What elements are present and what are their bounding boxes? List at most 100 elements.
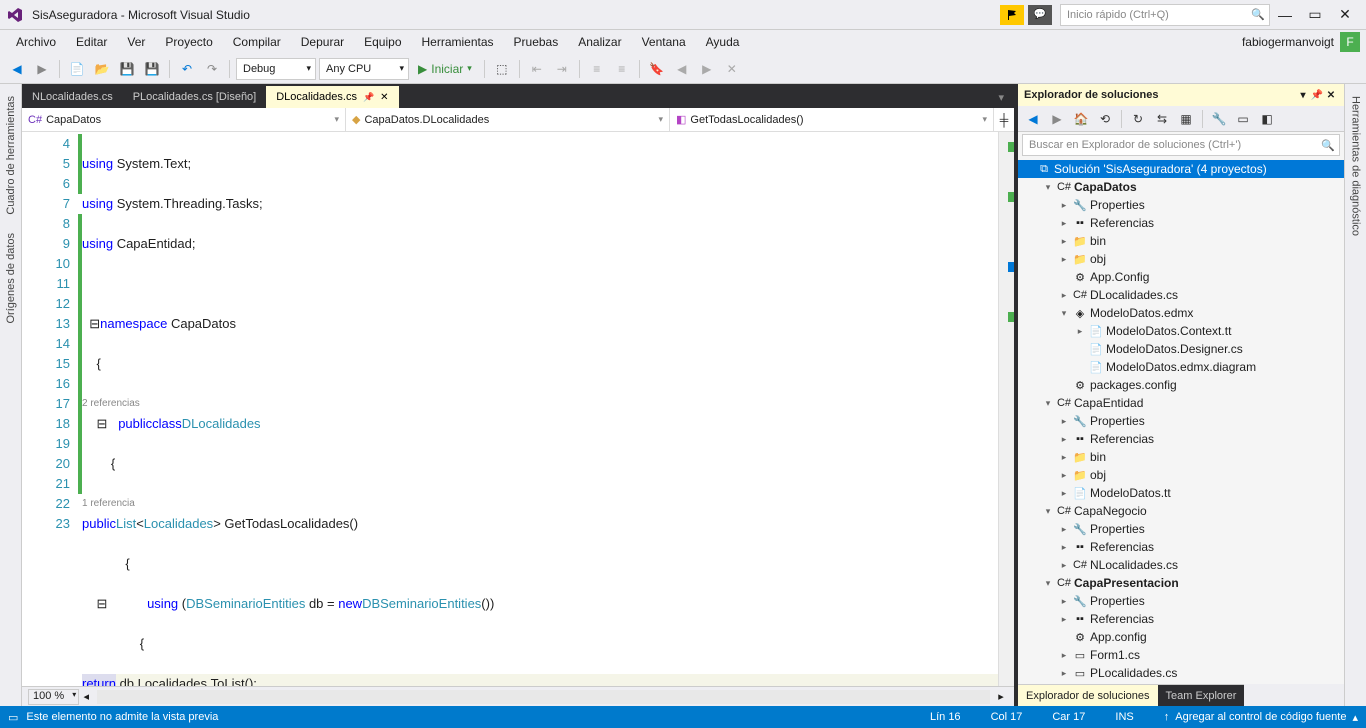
config-combo[interactable]: Debug	[236, 58, 316, 80]
expand-icon[interactable]: ▸	[1058, 254, 1070, 265]
bm-prev-button[interactable]: ◀	[671, 58, 693, 80]
tool-btn-1[interactable]: ⬚	[491, 58, 513, 80]
expand-icon[interactable]: ▸	[1058, 290, 1070, 301]
expand-icon[interactable]: ▸	[1058, 470, 1070, 481]
tree-node[interactable]: ▾C#CapaDatos	[1018, 178, 1344, 196]
nav-member-combo[interactable]: ◧GetTodasLocalidades()	[670, 108, 994, 131]
panel-close-button[interactable]: ✕	[1324, 90, 1338, 101]
tree-node[interactable]: ▸▪▪Referencias	[1018, 430, 1344, 448]
redo-button[interactable]: ↷	[201, 58, 223, 80]
zoom-combo[interactable]: 100 %	[28, 689, 79, 705]
solution-search-input[interactable]: Buscar en Explorador de soluciones (Ctrl…	[1022, 134, 1340, 156]
tree-node[interactable]: ▸C#DLocalidades.cs	[1018, 286, 1344, 304]
tree-node[interactable]: ▸📁bin	[1018, 232, 1344, 250]
restore-button[interactable]: ▭	[1300, 6, 1330, 23]
tree-node[interactable]: ⚙packages.config	[1018, 376, 1344, 394]
sol-preview-button[interactable]: ▭	[1232, 108, 1254, 130]
user-name[interactable]: fabiogermanvoigt	[1242, 35, 1334, 49]
sol-fwd-button[interactable]: ▶	[1046, 108, 1068, 130]
tab-plocalidades[interactable]: PLocalidades.cs [Diseño]	[123, 86, 267, 108]
scroll-left-button[interactable]: ◂	[79, 690, 93, 703]
split-button[interactable]: ╪	[994, 108, 1014, 131]
source-control-button[interactable]: ↑ Agregar al control de código fuente ▴	[1164, 711, 1358, 724]
open-button[interactable]: 📂	[91, 58, 113, 80]
sol-refresh-button[interactable]: ↻	[1127, 108, 1149, 130]
tree-node[interactable]: ▸▪▪Referencias	[1018, 538, 1344, 556]
nav-fwd-button[interactable]: ▶	[31, 58, 53, 80]
datasources-tab[interactable]: Orígenes de datos	[3, 225, 19, 332]
bm-clear-button[interactable]: ✕	[721, 58, 743, 80]
codelens-ref[interactable]: 2 referencias	[82, 394, 140, 414]
menu-analizar[interactable]: Analizar	[568, 35, 631, 49]
tree-node[interactable]: ⚙App.config	[1018, 628, 1344, 646]
sol-showall-button[interactable]: ▦	[1175, 108, 1197, 130]
comment-button[interactable]: ≡	[586, 58, 608, 80]
save-all-button[interactable]: 💾	[141, 58, 163, 80]
diagnostics-tab[interactable]: Herramientas de diagnóstico	[1348, 88, 1364, 244]
menu-pruebas[interactable]: Pruebas	[504, 35, 569, 49]
tree-node[interactable]: ▸🔧Properties	[1018, 412, 1344, 430]
tree-node[interactable]: ▾◈ModeloDatos.edmx	[1018, 304, 1344, 322]
tree-node[interactable]: ▸📄ModeloDatos.Context.tt	[1018, 322, 1344, 340]
h-scrollbar[interactable]	[97, 690, 990, 704]
scroll-right-button[interactable]: ▸	[994, 690, 1008, 703]
tab-solution-explorer[interactable]: Explorador de soluciones	[1018, 684, 1158, 706]
expand-icon[interactable]: ▾	[1042, 182, 1054, 193]
save-button[interactable]: 💾	[116, 58, 138, 80]
notifications-icon[interactable]: 💬	[1028, 5, 1052, 25]
nav-back-button[interactable]: ◀	[6, 58, 28, 80]
tree-node[interactable]: ▸📁obj	[1018, 466, 1344, 484]
sol-collapse-button[interactable]: ⇆	[1151, 108, 1173, 130]
tree-node[interactable]: ▸C#NLocalidades.cs	[1018, 556, 1344, 574]
tree-node[interactable]: ▸▭Form1.cs	[1018, 646, 1344, 664]
flag-icon[interactable]	[1000, 5, 1024, 25]
scrollbar[interactable]	[998, 132, 1014, 686]
menu-editar[interactable]: Editar	[66, 35, 117, 49]
menu-ventana[interactable]: Ventana	[632, 35, 696, 49]
user-avatar[interactable]: F	[1340, 32, 1360, 52]
expand-icon[interactable]: ▸	[1074, 326, 1086, 337]
tree-node[interactable]: ▸📄ModeloDatos.tt	[1018, 484, 1344, 502]
start-button[interactable]: ▶Iniciar▾	[412, 62, 478, 76]
code-content[interactable]: using System.Text; using System.Threadin…	[82, 132, 998, 686]
indent-right-button[interactable]: ⇥	[551, 58, 573, 80]
code-editor[interactable]: 4567 891011 12131415 16171819 20212223 u…	[22, 132, 1014, 686]
tree-node[interactable]: 📄ModeloDatos.edmx.diagram	[1018, 358, 1344, 376]
tree-node[interactable]: ▸🔧Properties	[1018, 196, 1344, 214]
nav-project-combo[interactable]: C#CapaDatos	[22, 108, 346, 131]
menu-compilar[interactable]: Compilar	[223, 35, 291, 49]
expand-icon[interactable]: ▸	[1058, 218, 1070, 229]
expand-icon[interactable]: ▸	[1058, 596, 1070, 607]
tree-node[interactable]: ▸📁bin	[1018, 448, 1344, 466]
expand-icon[interactable]: ▸	[1058, 452, 1070, 463]
expand-icon[interactable]: ▾	[1058, 308, 1070, 319]
new-project-button[interactable]: 📄	[66, 58, 88, 80]
solution-tree[interactable]: ⧉ Solución 'SisAseguradora' (4 proyectos…	[1018, 158, 1344, 684]
menu-equipo[interactable]: Equipo	[354, 35, 411, 49]
expand-icon[interactable]: ▾	[1042, 506, 1054, 517]
tree-node[interactable]: ▸🔧Properties	[1018, 592, 1344, 610]
codelens-ref[interactable]: 1 referencia	[82, 494, 135, 514]
menu-archivo[interactable]: Archivo	[6, 35, 66, 49]
uncomment-button[interactable]: ≡	[611, 58, 633, 80]
expand-icon[interactable]: ▾	[1042, 398, 1054, 409]
expand-icon[interactable]: ▸	[1058, 200, 1070, 211]
menu-proyecto[interactable]: Proyecto	[155, 35, 222, 49]
expand-icon[interactable]: ▸	[1058, 488, 1070, 499]
tree-node[interactable]: ▸📁obj	[1018, 250, 1344, 268]
expand-icon[interactable]: ▾	[1042, 578, 1054, 589]
undo-button[interactable]: ↶	[176, 58, 198, 80]
nav-class-combo[interactable]: ◆CapaDatos.DLocalidades	[346, 108, 670, 131]
sol-properties-button[interactable]: 🔧	[1208, 108, 1230, 130]
tree-node[interactable]: ▾C#CapaEntidad	[1018, 394, 1344, 412]
menu-herramientas[interactable]: Herramientas	[412, 35, 504, 49]
tab-nlocalidades[interactable]: NLocalidades.cs	[22, 86, 123, 108]
expand-icon[interactable]: ▸	[1058, 416, 1070, 427]
close-tab-icon[interactable]: ✕	[380, 92, 388, 103]
pin-icon[interactable]: 📌	[363, 92, 374, 103]
sol-sync-button[interactable]: ⟲	[1094, 108, 1116, 130]
expand-icon[interactable]: ▸	[1058, 236, 1070, 247]
expand-icon[interactable]: ▸	[1058, 524, 1070, 535]
tree-node[interactable]: ▸▪▪Referencias	[1018, 610, 1344, 628]
expand-icon[interactable]: ▸	[1058, 614, 1070, 625]
